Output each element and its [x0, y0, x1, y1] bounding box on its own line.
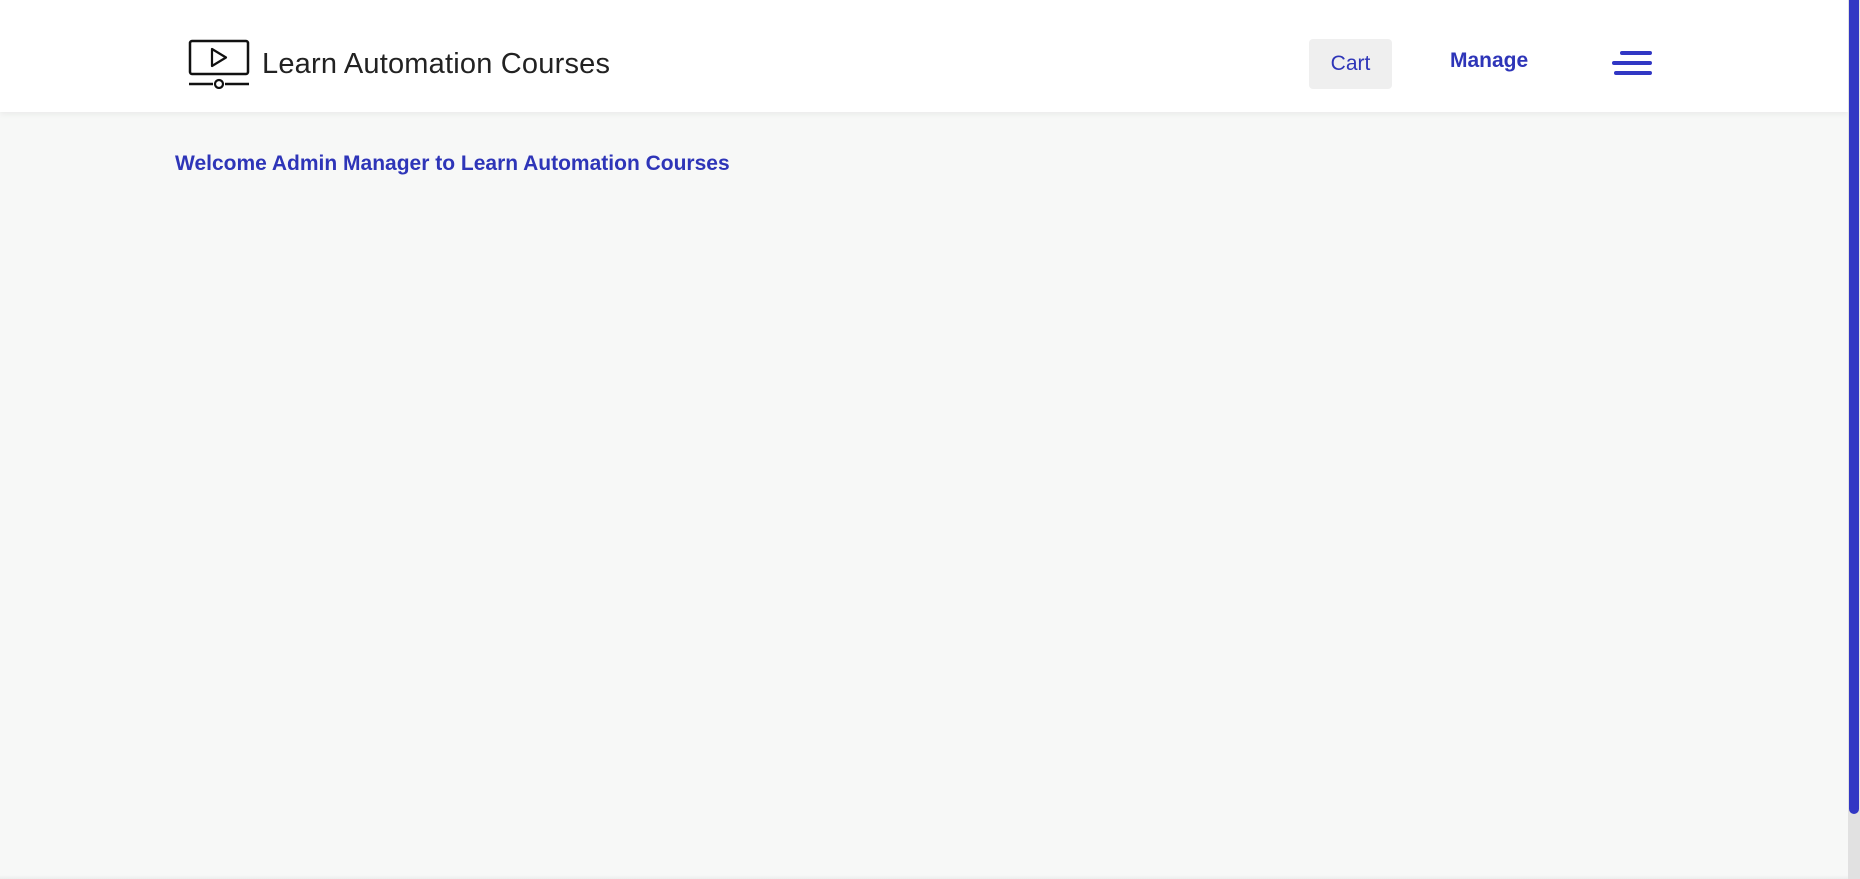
hamburger-menu-icon[interactable]: [1610, 47, 1652, 81]
cart-button[interactable]: Cart: [1309, 39, 1392, 89]
video-lesson-icon: [188, 39, 250, 89]
page-bottom-edge: [0, 875, 1848, 879]
welcome-message: Welcome Admin Manager to Learn Automatio…: [175, 152, 730, 175]
vertical-scrollbar[interactable]: [1848, 0, 1860, 879]
brand-home-link[interactable]: Learn Automation Courses: [188, 38, 610, 90]
top-navbar: Learn Automation Courses Cart Manage: [0, 0, 1848, 112]
manage-link[interactable]: Manage: [1450, 49, 1528, 73]
scrollbar-thumb[interactable]: [1849, 0, 1859, 814]
brand-title: Learn Automation Courses: [262, 47, 611, 80]
app-page: Learn Automation Courses Cart Manage Wel…: [0, 0, 1860, 879]
